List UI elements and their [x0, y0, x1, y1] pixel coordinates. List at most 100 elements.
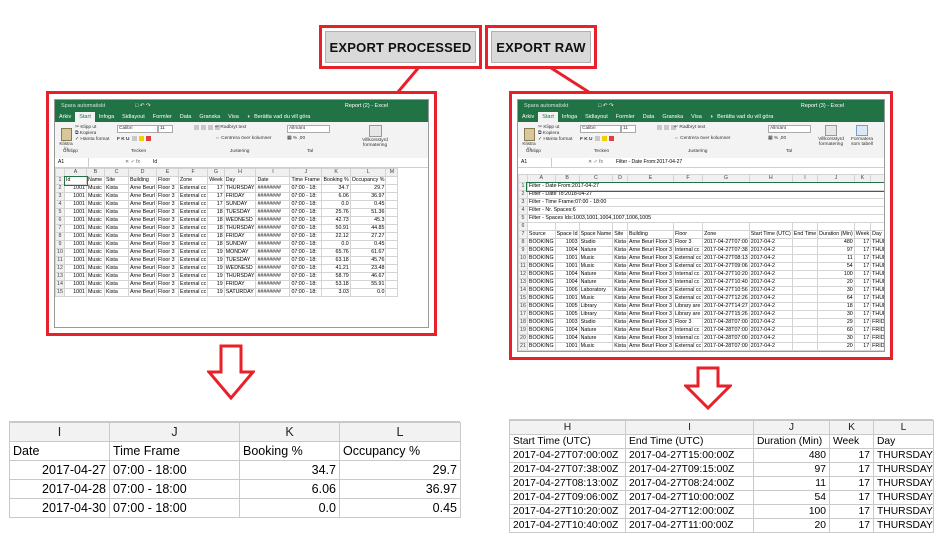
column-header[interactable]: J [109, 422, 240, 442]
cell[interactable]: BOOKING [526, 286, 556, 295]
cell[interactable]: 07:00 - 18: [289, 208, 323, 217]
cell[interactable]: 2017-04-27T07:00:00Z [509, 448, 626, 463]
cell[interactable]: 07:00 - 18: [289, 256, 323, 265]
cell[interactable]: Music [86, 288, 105, 297]
cell[interactable] [626, 222, 674, 231]
header-cell[interactable]: Duration (Min) [753, 434, 830, 449]
cell[interactable]: External cc [178, 224, 209, 233]
cell[interactable]: 61.67 [349, 248, 387, 257]
row-header[interactable]: 20 [518, 334, 528, 343]
cell[interactable]: Music [578, 254, 614, 263]
row-header[interactable]: 7 [55, 224, 65, 233]
cell[interactable]: 0.0 [349, 288, 387, 297]
header-cell[interactable]: Week [829, 434, 874, 449]
header-cell[interactable]: Building [127, 176, 158, 185]
cell[interactable]: THURSDAY [873, 448, 934, 463]
cell[interactable]: Internal cc [672, 270, 704, 279]
cell[interactable]: 36.97 [349, 192, 387, 201]
cell[interactable]: FRIDAY [870, 350, 884, 351]
cell[interactable] [385, 280, 399, 289]
cell[interactable]: 2017-04-2 [748, 302, 793, 311]
cell[interactable]: 63.18 [321, 256, 351, 265]
row-header[interactable]: 16 [518, 302, 528, 311]
row-header[interactable]: 19 [518, 326, 528, 335]
cell[interactable]: Floor 3 [156, 208, 180, 217]
cell[interactable]: 1001 [64, 232, 87, 241]
column-header[interactable]: F [672, 174, 704, 183]
column-header[interactable]: B [554, 174, 580, 183]
cell[interactable] [385, 272, 399, 281]
cell[interactable]: THURSDAY [870, 286, 884, 295]
cell[interactable]: External cc [178, 280, 209, 289]
cell[interactable]: Kista [104, 216, 129, 225]
cell[interactable]: 1006 [554, 286, 580, 295]
cell[interactable]: Arne Beurl Floor 3 [626, 286, 674, 295]
cell[interactable]: 17 [829, 504, 874, 519]
cell[interactable]: Music [86, 224, 105, 233]
cell[interactable]: 07:00 - 18: [289, 224, 323, 233]
cell[interactable]: Arne Beurl [127, 240, 158, 249]
cell[interactable]: 17 [853, 254, 872, 263]
cell[interactable]: 2017-04-27T11:00:00Z [625, 518, 754, 533]
cell[interactable]: Music [86, 280, 105, 289]
tab-insert[interactable]: Infoga [558, 112, 581, 122]
column-header[interactable]: J [289, 168, 323, 177]
cell[interactable]: THURSDAY [870, 310, 884, 319]
merge-center-button[interactable]: ⇔ Centrera över kolumner [215, 136, 272, 141]
cell[interactable]: Kista [104, 256, 129, 265]
cell[interactable]: ######## [255, 232, 291, 241]
cell[interactable]: THURSDAY [870, 254, 884, 263]
tab-review[interactable]: Granska [658, 112, 687, 122]
cell[interactable]: Floor 3 [156, 192, 180, 201]
column-header[interactable]: A [64, 168, 87, 177]
row-header[interactable]: 21 [518, 342, 528, 351]
font-name-select[interactable]: Calibri [580, 125, 621, 133]
tab-insert[interactable]: Infoga [95, 112, 118, 122]
cell[interactable] [748, 222, 793, 231]
cell[interactable]: 27.27 [349, 232, 387, 241]
column-header[interactable]: G [207, 168, 225, 177]
header-cell[interactable]: Date [255, 176, 291, 185]
cell[interactable]: BOOKING [526, 342, 556, 351]
cell[interactable]: THURSDAY [873, 490, 934, 505]
cell[interactable]: Floor 3 [156, 200, 180, 209]
cell[interactable]: Floor 3 [156, 264, 180, 273]
cell[interactable]: Music [86, 184, 105, 193]
cell[interactable] [791, 262, 819, 271]
cell[interactable]: 2017-04-27T10:20 [702, 270, 750, 279]
row-header[interactable]: 9 [518, 246, 528, 255]
cell[interactable] [385, 184, 399, 193]
cell[interactable]: 29 [817, 318, 855, 327]
cell[interactable]: 30 [817, 334, 855, 343]
cell[interactable]: Music [86, 248, 105, 257]
cell[interactable]: 1001 [64, 208, 87, 217]
cell[interactable]: 17 [853, 350, 872, 351]
column-header[interactable]: H [748, 174, 793, 183]
cell[interactable]: Internal cc [672, 334, 704, 343]
tab-view[interactable]: Visa [687, 112, 706, 122]
cell[interactable]: Floor 3 [156, 224, 180, 233]
cell[interactable]: Kista [612, 302, 628, 311]
cell[interactable]: External cc [178, 192, 209, 201]
cell[interactable]: 1001 [554, 342, 580, 351]
cell[interactable]: 17 [853, 318, 872, 327]
row-header[interactable]: 6 [55, 216, 65, 225]
cell[interactable] [791, 342, 819, 351]
column-header[interactable]: D [612, 174, 628, 183]
cell[interactable]: Kista [104, 272, 129, 281]
cell[interactable]: 17 [207, 200, 225, 209]
cell[interactable]: Floor 3 [156, 288, 180, 297]
cell[interactable]: 29.7 [339, 460, 461, 480]
cell[interactable] [385, 200, 399, 209]
cell[interactable] [817, 222, 855, 231]
cell[interactable]: 2017-04-27T12:26 [702, 294, 750, 303]
cell[interactable]: External cc [178, 256, 209, 265]
cell[interactable]: Music [86, 200, 105, 209]
cell[interactable]: THURSDAY [873, 476, 934, 491]
cell[interactable]: Kista [104, 200, 129, 209]
cell[interactable]: 2017-04-27T10:40:00Z [509, 518, 626, 533]
cell[interactable] [612, 222, 628, 231]
cell[interactable]: BOOKING [526, 294, 556, 303]
column-header[interactable]: I [9, 422, 110, 442]
cell[interactable]: THURSDAY [870, 270, 884, 279]
